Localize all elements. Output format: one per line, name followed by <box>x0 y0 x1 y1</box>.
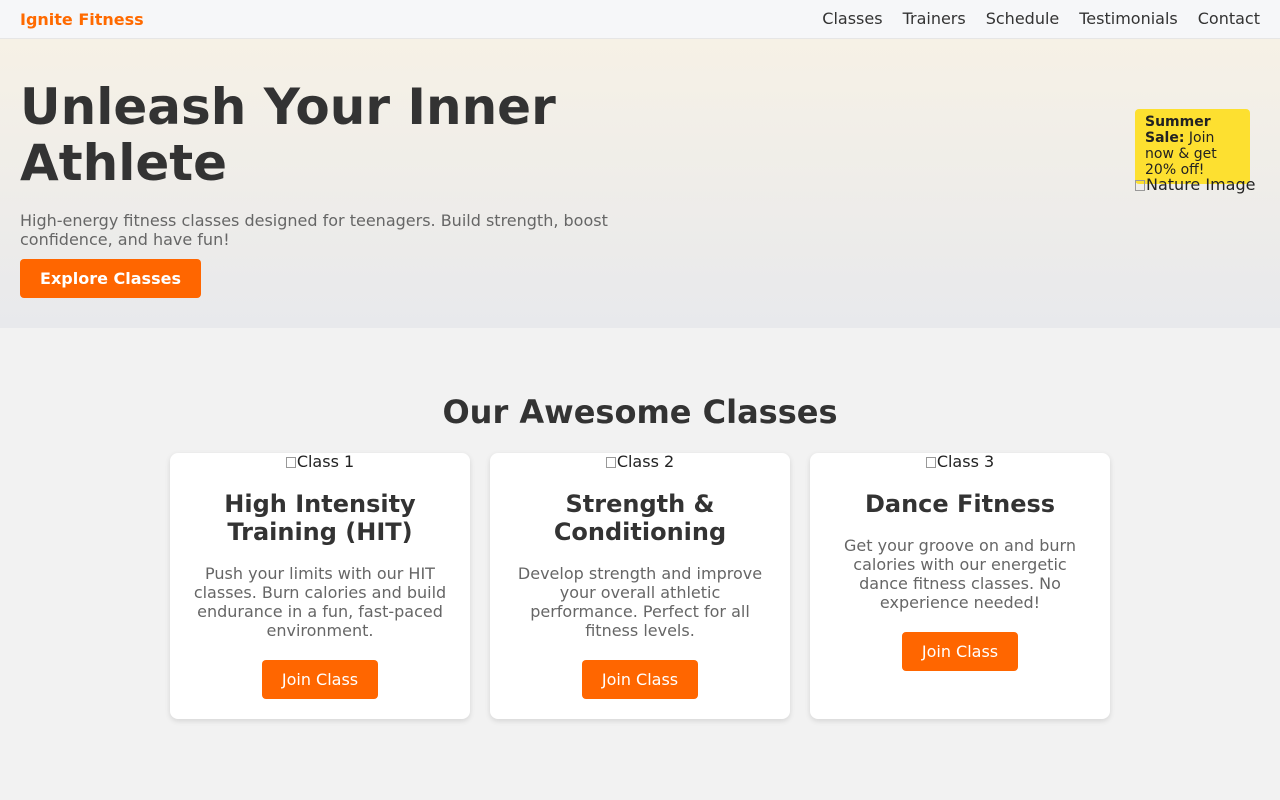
nav-links: Classes Trainers Schedule Testimonials C… <box>802 9 1260 28</box>
class-card-description: Get your groove on and burn calories wit… <box>844 536 1076 612</box>
summer-sale-badge: Summer Sale: Join now & get 20% off! <box>1135 109 1250 184</box>
classes-heading: Our Awesome Classes <box>442 393 838 431</box>
hero-section: Unleash Your Inner Athlete High-energy f… <box>0 39 1280 328</box>
class-card-title: High Intensity Training (HIT) <box>224 490 416 546</box>
nav-link-classes[interactable]: Classes <box>822 9 882 28</box>
class-card-image: Class 3 <box>810 453 1110 471</box>
class-card: Class 3 Dance Fitness Get your groove on… <box>810 453 1110 719</box>
hero-subtitle: High-energy fitness classes designed for… <box>20 211 608 249</box>
class-card: Class 2 Strength & Conditioning Develop … <box>490 453 790 719</box>
broken-image-icon <box>285 457 296 468</box>
hero-image: Nature Image <box>1135 175 1255 194</box>
class-card-image: Class 2 <box>490 453 790 471</box>
class-card: Class 1 High Intensity Training (HIT) Pu… <box>170 453 470 719</box>
broken-image-icon <box>605 457 616 468</box>
hero-image-alt: Nature Image <box>1146 175 1256 194</box>
join-class-button[interactable]: Join Class <box>262 660 378 699</box>
class-card-title: Strength & Conditioning <box>553 490 727 546</box>
explore-classes-button[interactable]: Explore Classes <box>20 259 201 298</box>
class-card-image-alt: Class 3 <box>936 452 995 471</box>
class-card-description: Develop strength and improve your overal… <box>517 564 763 640</box>
class-card-image: Class 1 <box>170 453 470 471</box>
hero-title: Unleash Your Inner Athlete <box>20 78 556 192</box>
broken-image-icon <box>1135 180 1145 191</box>
nav-link-trainers[interactable]: Trainers <box>903 9 966 28</box>
class-card-image-alt: Class 1 <box>296 452 355 471</box>
nav-link-contact[interactable]: Contact <box>1198 9 1260 28</box>
nav-link-schedule[interactable]: Schedule <box>986 9 1060 28</box>
join-class-button[interactable]: Join Class <box>902 632 1018 671</box>
class-card-title: Dance Fitness <box>864 490 1056 518</box>
join-class-button[interactable]: Join Class <box>582 660 698 699</box>
class-card-description: Push your limits with our HIT classes. B… <box>193 564 447 640</box>
top-navbar: Ignite Fitness Classes Trainers Schedule… <box>0 0 1280 39</box>
broken-image-icon <box>925 457 936 468</box>
class-card-image-alt: Class 2 <box>616 452 675 471</box>
brand-logo-link[interactable]: Ignite Fitness <box>20 10 144 29</box>
nav-link-testimonials[interactable]: Testimonials <box>1079 9 1178 28</box>
